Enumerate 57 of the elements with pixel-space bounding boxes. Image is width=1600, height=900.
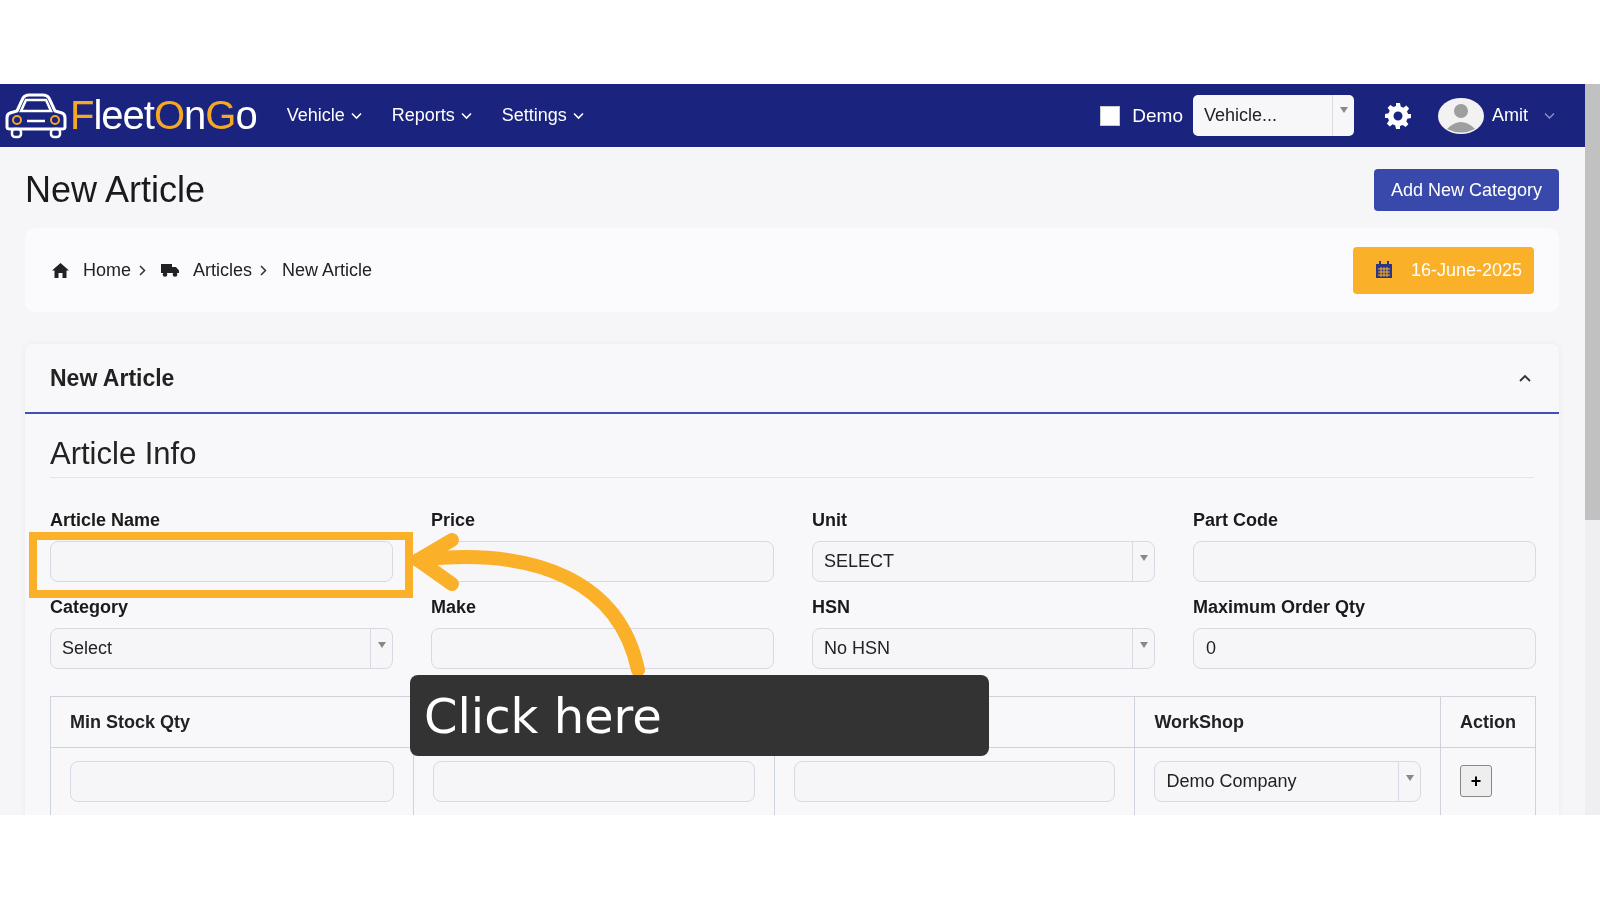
dropdown-arrow-icon (1139, 642, 1148, 648)
caret-icon[interactable] (1519, 374, 1531, 382)
select-field[interactable]: SELECT (812, 541, 1155, 582)
dropdown-arrow-icon (1339, 107, 1348, 113)
tooltip: Click here (410, 675, 989, 756)
field-label: Maximum Order Qty (1193, 597, 1367, 617)
input-field[interactable] (431, 628, 774, 669)
caret-icon (350, 111, 362, 120)
field-label: Article Name (50, 510, 162, 530)
scrollbar-thumb[interactable] (1585, 84, 1600, 520)
calendar-icon (1374, 261, 1393, 279)
user-name[interactable]: Amit (1492, 105, 1528, 126)
column-header: Action (1460, 711, 1516, 732)
select-field[interactable]: Select (50, 628, 393, 669)
card-title: New Article (50, 364, 175, 392)
input-field[interactable] (50, 541, 393, 582)
settings-icon[interactable] (1384, 101, 1412, 130)
vehicle-select[interactable]: Vehicle... (1193, 95, 1354, 136)
chevron-icon (139, 264, 146, 276)
nav-menu[interactable]: Reports (391, 105, 472, 126)
breadcrumb-link[interactable]: Home (83, 259, 131, 281)
input-field[interactable] (433, 760, 755, 802)
field-label: Unit (812, 510, 848, 530)
nav-menu[interactable]: Settings (501, 105, 584, 126)
add-row-button[interactable]: + (1460, 765, 1492, 797)
dropdown-arrow-icon (1139, 555, 1148, 561)
input-field[interactable] (1193, 541, 1536, 582)
nav-menu[interactable]: Vehicle (286, 105, 362, 126)
home-icon (52, 262, 69, 278)
chevron-icon (260, 264, 268, 276)
column-header: Min Stock Qty (70, 711, 190, 732)
input-field[interactable] (70, 760, 395, 802)
add-category-button[interactable]: Add New Category (1373, 169, 1559, 211)
field-label: Part Code (1193, 510, 1280, 530)
dropdown-arrow-icon (377, 642, 386, 648)
page-title: New Article (25, 169, 206, 211)
section-title: Article Info (50, 414, 1534, 478)
column-header: WorkShop (1154, 711, 1245, 732)
brand-logo-text[interactable]: FleetOnGo (70, 93, 257, 138)
input-field[interactable] (793, 760, 1116, 802)
breadcrumb-link[interactable]: Articles (193, 259, 253, 281)
dropdown-arrow-icon (1405, 774, 1414, 781)
demo-checkbox[interactable] (1100, 105, 1121, 126)
breadcrumb-link[interactable]: New Article (282, 259, 373, 281)
select-field[interactable]: Demo Company (1154, 760, 1421, 802)
caret-icon (460, 111, 472, 120)
avatar-icon[interactable] (1438, 97, 1484, 134)
demo-label: Demo (1132, 104, 1183, 127)
field-label: Price (431, 510, 477, 530)
car-icon (5, 92, 67, 139)
caret-icon (572, 111, 584, 120)
select-field[interactable]: No HSN (812, 628, 1155, 669)
field-label: Category (50, 597, 130, 617)
input-field[interactable]: 0 (1193, 628, 1536, 669)
truck-icon (161, 263, 179, 277)
field-label: Make (431, 597, 478, 617)
field-label: HSN (812, 597, 851, 617)
